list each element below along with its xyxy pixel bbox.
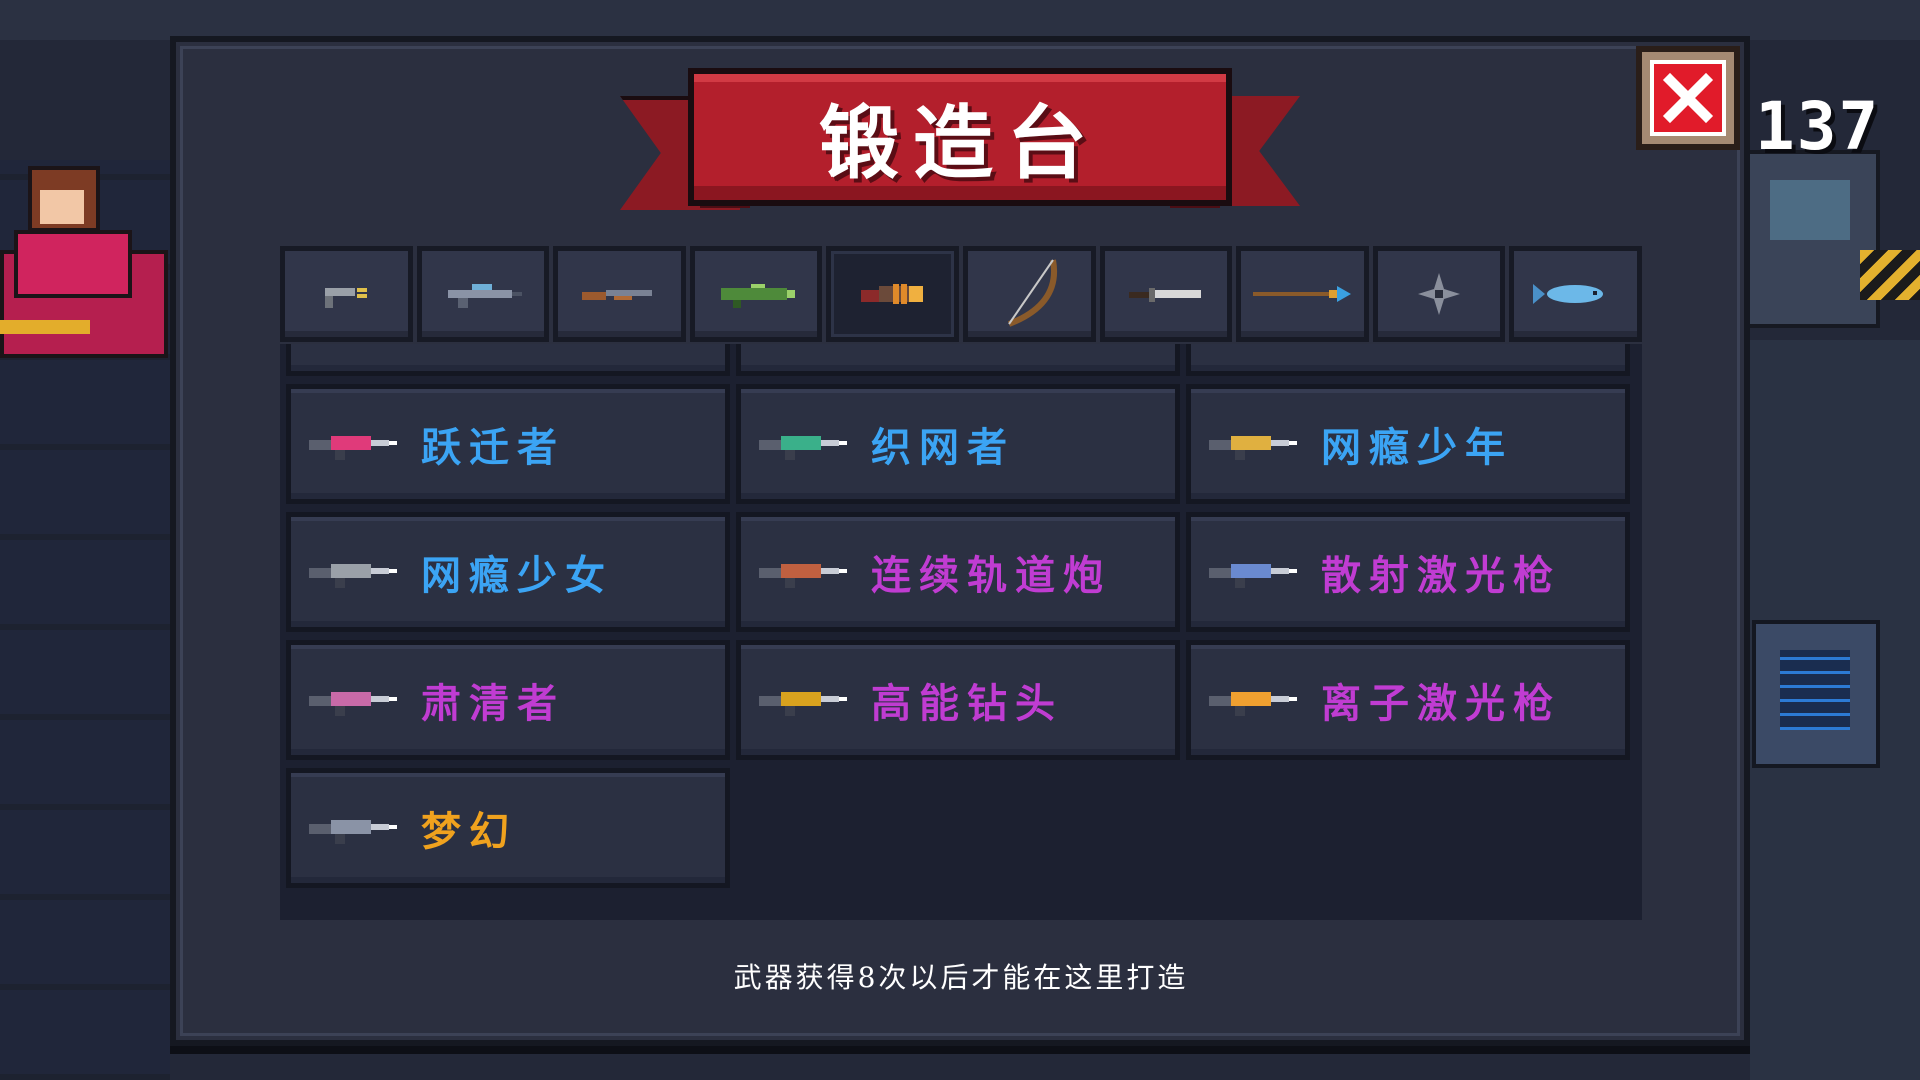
shuriken-icon xyxy=(1418,273,1461,315)
pistol-icon xyxy=(325,288,368,308)
weapon-name: 跃迁者 xyxy=(421,424,565,471)
tab-shuriken[interactable] xyxy=(1372,246,1506,342)
net-girl-gun-icon xyxy=(309,564,397,588)
desk-stripe xyxy=(0,320,90,334)
purifier-gun-icon xyxy=(309,692,397,716)
drill-gun-icon xyxy=(759,692,847,716)
weapon-cell[interactable]: 连续轨道炮 xyxy=(736,512,1180,632)
rifle-icon xyxy=(447,284,522,308)
scatter-laser-icon xyxy=(1209,564,1297,588)
close-button[interactable] xyxy=(1636,46,1740,150)
weapon-list[interactable]: 弹射轨道炮 碎冰者 可怒激光枪跃迁者 织网者 网瘾少年网瘾少女 连续轨道炮 散射激光枪肃清者… xyxy=(280,344,1642,920)
background-screen xyxy=(1770,180,1850,240)
fish-icon xyxy=(1532,284,1603,304)
background-console-grid xyxy=(1780,650,1850,730)
title-ribbon: 锻造台 xyxy=(620,62,1300,222)
sword-icon xyxy=(1128,288,1201,302)
page-title: 锻造台 xyxy=(819,96,1101,190)
game-screen: 137 锻造台 跃迁者 织网者 网瘾少年 网瘾少女 连续轨道炮 散射激光枪 肃清… xyxy=(0,0,1920,1080)
weapon-name: 高能钻头 xyxy=(871,680,1063,727)
weapon-name: 梦幻 xyxy=(421,808,517,855)
tab-laser[interactable] xyxy=(826,246,959,342)
weapon-name: 织网者 xyxy=(871,424,1015,471)
weapon-cell[interactable]: 散射激光枪 xyxy=(1186,512,1630,632)
tab-rocket[interactable] xyxy=(689,246,823,342)
weapon-cell[interactable]: 梦幻 xyxy=(286,768,730,888)
forge-requirement-note: 武器获得8次以后才能在这里打造 xyxy=(733,961,1189,994)
ion-laser-icon xyxy=(1209,692,1297,716)
weapon-name: 弹射轨道炮 xyxy=(421,344,661,345)
tab-pistol[interactable] xyxy=(280,246,413,342)
shotgun-icon xyxy=(582,290,653,300)
tab-sword[interactable] xyxy=(1099,246,1233,342)
laser-cannon-icon xyxy=(860,284,923,304)
weapon-cell[interactable]: 网瘾少女 xyxy=(286,512,730,632)
web-gun-icon xyxy=(759,436,847,460)
weapon-cell[interactable]: 跃迁者 xyxy=(286,384,730,504)
ribbon-banner: 锻造台 xyxy=(688,68,1232,206)
weapon-name: 离子激光枪 xyxy=(1321,680,1561,727)
warp-gun-icon xyxy=(309,436,397,460)
weapon-cell[interactable]: 弹射轨道炮 xyxy=(286,344,730,376)
weapon-name: 散射激光枪 xyxy=(1321,552,1561,599)
weapon-cell[interactable]: 可怒激光枪 xyxy=(1186,344,1630,376)
background-wall xyxy=(0,0,1920,40)
weapon-name: 连续轨道炮 xyxy=(871,552,1111,599)
weapon-name: 碎冰者 xyxy=(871,344,1015,345)
hazard-stripes xyxy=(1860,250,1920,300)
weapon-cell[interactable]: 离子激光枪 xyxy=(1186,640,1630,760)
weapon-cell[interactable]: 网瘾少年 xyxy=(1186,384,1630,504)
weapon-name: 可怒激光枪 xyxy=(1321,344,1561,345)
tab-bow[interactable] xyxy=(962,246,1096,342)
rail-cannon-icon xyxy=(759,564,847,588)
weapon-cell[interactable]: 肃清者 xyxy=(286,640,730,760)
net-boy-gun-icon xyxy=(1209,436,1297,460)
weapon-category-tabs xyxy=(280,246,1642,342)
gem-count: 137 xyxy=(1755,88,1881,165)
tab-fish[interactable] xyxy=(1509,246,1642,342)
tab-rifle[interactable] xyxy=(416,246,550,342)
weapon-name: 网瘾少女 xyxy=(421,552,613,599)
spear-icon xyxy=(1253,286,1352,302)
rocket-launcher-icon xyxy=(721,284,796,308)
tab-shotgun[interactable] xyxy=(553,246,686,342)
weapon-cell[interactable]: 织网者 xyxy=(736,384,1180,504)
tab-spear[interactable] xyxy=(1236,246,1369,342)
bow-icon xyxy=(1008,259,1058,327)
weapon-cell[interactable]: 碎冰者 xyxy=(736,344,1180,376)
npc-character xyxy=(14,160,132,298)
weapon-name: 网瘾少年 xyxy=(1321,424,1513,471)
close-icon xyxy=(1650,60,1726,136)
dream-gun-icon xyxy=(309,820,397,844)
weapon-cell[interactable]: 高能钻头 xyxy=(736,640,1180,760)
weapon-name: 肃清者 xyxy=(421,680,565,727)
